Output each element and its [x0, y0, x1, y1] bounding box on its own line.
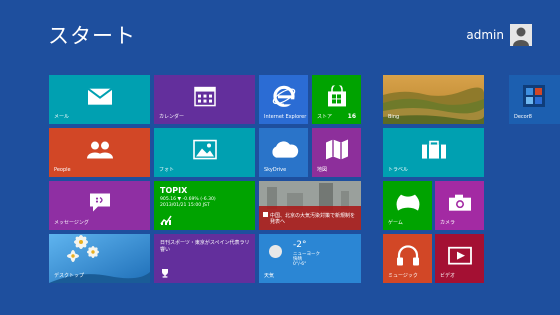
tile-label: People — [54, 167, 71, 173]
store-icon — [326, 83, 348, 111]
tile-camera[interactable]: カメラ — [435, 181, 484, 230]
tile-label: Decor8 — [514, 114, 532, 120]
store-updates-badge: 16 — [347, 113, 356, 120]
tile-label: Internet Explorer — [264, 114, 307, 120]
tile-label: トラベル — [388, 167, 409, 173]
cloud-icon — [269, 140, 299, 162]
tile-label: ゲーム — [388, 220, 403, 226]
tile-internet-explorer[interactable]: Internet Explorer — [259, 75, 308, 124]
tile-mail[interactable]: メール — [49, 75, 150, 124]
map-icon — [325, 138, 349, 164]
suitcase-icon — [421, 139, 447, 163]
photos-icon — [192, 139, 217, 163]
tile-finance[interactable]: TOPIX 905.16 ▼ -0.69% (-6.30) 2013/01/21… — [154, 181, 255, 230]
tile-label: ビデオ — [440, 273, 456, 279]
tile-label: メッセージング — [54, 220, 89, 226]
tile-label: ストア — [317, 114, 333, 120]
tile-video[interactable]: ビデオ — [435, 234, 484, 283]
tile-label: フォト — [159, 167, 175, 173]
tile-travel[interactable]: トラベル — [383, 128, 484, 177]
tile-photos[interactable]: フォト — [154, 128, 255, 177]
weather-temperature: -2° — [293, 240, 307, 250]
tile-label: ミュージック — [388, 273, 418, 279]
tile-label: カメラ — [440, 220, 456, 226]
tile-games[interactable]: ゲーム — [383, 181, 432, 230]
user-account[interactable]: admin — [466, 24, 532, 46]
messaging-icon — [89, 192, 111, 216]
tile-decor8[interactable]: Decor8 — [509, 75, 560, 124]
sports-headline: 日刊スポーツ・東京がスペイン代表ラリ 響い — [160, 240, 250, 253]
tile-people[interactable]: People — [49, 128, 150, 177]
finance-timestamp: 2013/01/21 15:00 JST — [160, 203, 210, 208]
news-headline: 中国、北京の大気汚染対策で新規制を発表へ — [270, 213, 356, 225]
headphones-icon — [396, 244, 420, 270]
tile-skydrive[interactable]: SkyDrive — [259, 128, 308, 177]
camera-icon — [448, 193, 472, 215]
user-name: admin — [466, 28, 504, 42]
avatar-icon — [510, 24, 532, 46]
moon-icon — [269, 245, 282, 258]
tile-label: 地図 — [317, 167, 328, 173]
tile-desktop[interactable]: デスクトップ — [49, 234, 150, 283]
tile-music[interactable]: ミュージック — [383, 234, 432, 283]
tile-messaging[interactable]: メッセージング — [49, 181, 150, 230]
gamepad-icon — [395, 193, 421, 215]
video-icon — [447, 246, 472, 268]
people-icon — [86, 139, 114, 163]
internet-explorer-icon — [272, 84, 296, 112]
finance-chart-icon — [160, 215, 172, 225]
tile-calendar[interactable]: カレンダー — [154, 75, 255, 124]
finance-index-name: TOPIX — [160, 186, 188, 195]
calendar-icon — [193, 86, 216, 110]
tile-label: デスクトップ — [54, 273, 85, 279]
tile-label: Bing — [388, 114, 400, 120]
newspaper-icon — [263, 212, 268, 217]
tile-label: メール — [54, 114, 70, 120]
decor8-app-icon — [523, 85, 545, 107]
tile-weather[interactable]: -2° ニューヨーク 快晴 0°/-6° 天気 — [259, 234, 361, 283]
tile-label: カレンダー — [159, 114, 185, 120]
mail-icon — [86, 87, 113, 109]
tile-label: SkyDrive — [264, 167, 287, 173]
trophy-icon — [162, 269, 168, 278]
weather-range: 0°/-6° — [293, 262, 307, 267]
tile-maps[interactable]: 地図 — [312, 128, 361, 177]
tile-store[interactable]: ストア 16 — [312, 75, 361, 124]
tile-label: 天気 — [264, 273, 275, 279]
tile-news[interactable]: 中国、北京の大気汚染対策で新規制を発表へ — [259, 181, 361, 230]
tile-bing[interactable]: Bing — [383, 75, 484, 124]
tile-sports[interactable]: 日刊スポーツ・東京がスペイン代表ラリ 響い — [154, 234, 255, 283]
start-title: スタート — [48, 24, 136, 48]
